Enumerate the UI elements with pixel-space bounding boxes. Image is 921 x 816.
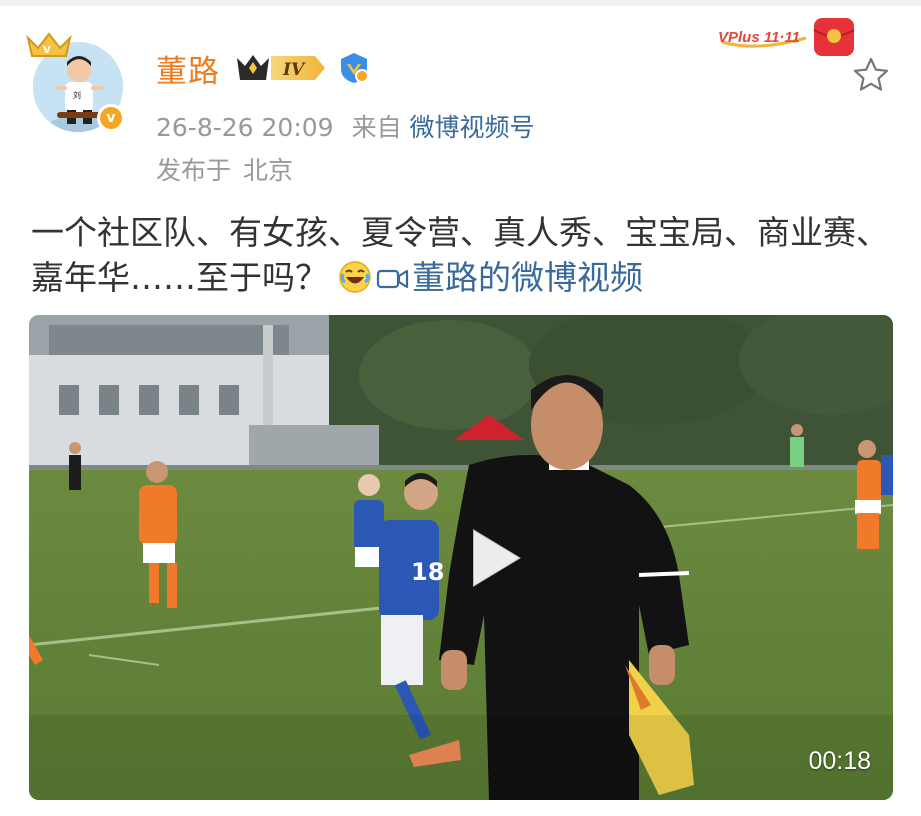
crown-icon: V — [26, 32, 72, 57]
location-prefix: 发布于 — [156, 156, 232, 185]
promo-banner[interactable]: VPlus 11·11 — [716, 12, 860, 62]
promo-label: VPlus 11·11 — [718, 29, 800, 46]
source-link[interactable]: 微博视频号 — [410, 113, 535, 142]
svg-text:刘: 刘 — [73, 90, 81, 100]
video-camera-icon — [376, 269, 409, 289]
play-icon[interactable] — [459, 523, 529, 593]
location: 北京 — [243, 156, 294, 185]
top-divider — [0, 0, 921, 6]
svg-text:V: V — [43, 45, 51, 56]
video-duration: 00:18 — [808, 747, 871, 775]
laughing-emoji-icon — [339, 261, 371, 293]
jersey-number: 18 — [411, 558, 444, 586]
video-link-label: 董路的微博视频 — [412, 258, 643, 297]
video-link[interactable]: 董路的微博视频 — [376, 258, 643, 297]
location-line: 发布于 北京 — [156, 151, 293, 187]
level-badge-label: IV — [282, 60, 306, 80]
author-name[interactable]: 董路 — [156, 46, 220, 91]
video-player[interactable]: 18 00:18 — [29, 315, 893, 800]
level-badge: IV — [237, 55, 325, 80]
source-prefix: 来自 — [351, 113, 402, 142]
v-badge-icon: v — [97, 104, 125, 132]
verified-icon — [341, 53, 369, 83]
timestamp: 26-8-26 20:09 — [156, 113, 334, 142]
post-meta: 26-8-26 20:09 来自 微博视频号 — [156, 108, 535, 144]
post-text: 一个社区队、有女孩、夏令营、真人秀、宝宝局、商业赛、嘉年华……至于吗？ 董路的微… — [31, 210, 901, 300]
star-icon[interactable] — [852, 56, 890, 94]
